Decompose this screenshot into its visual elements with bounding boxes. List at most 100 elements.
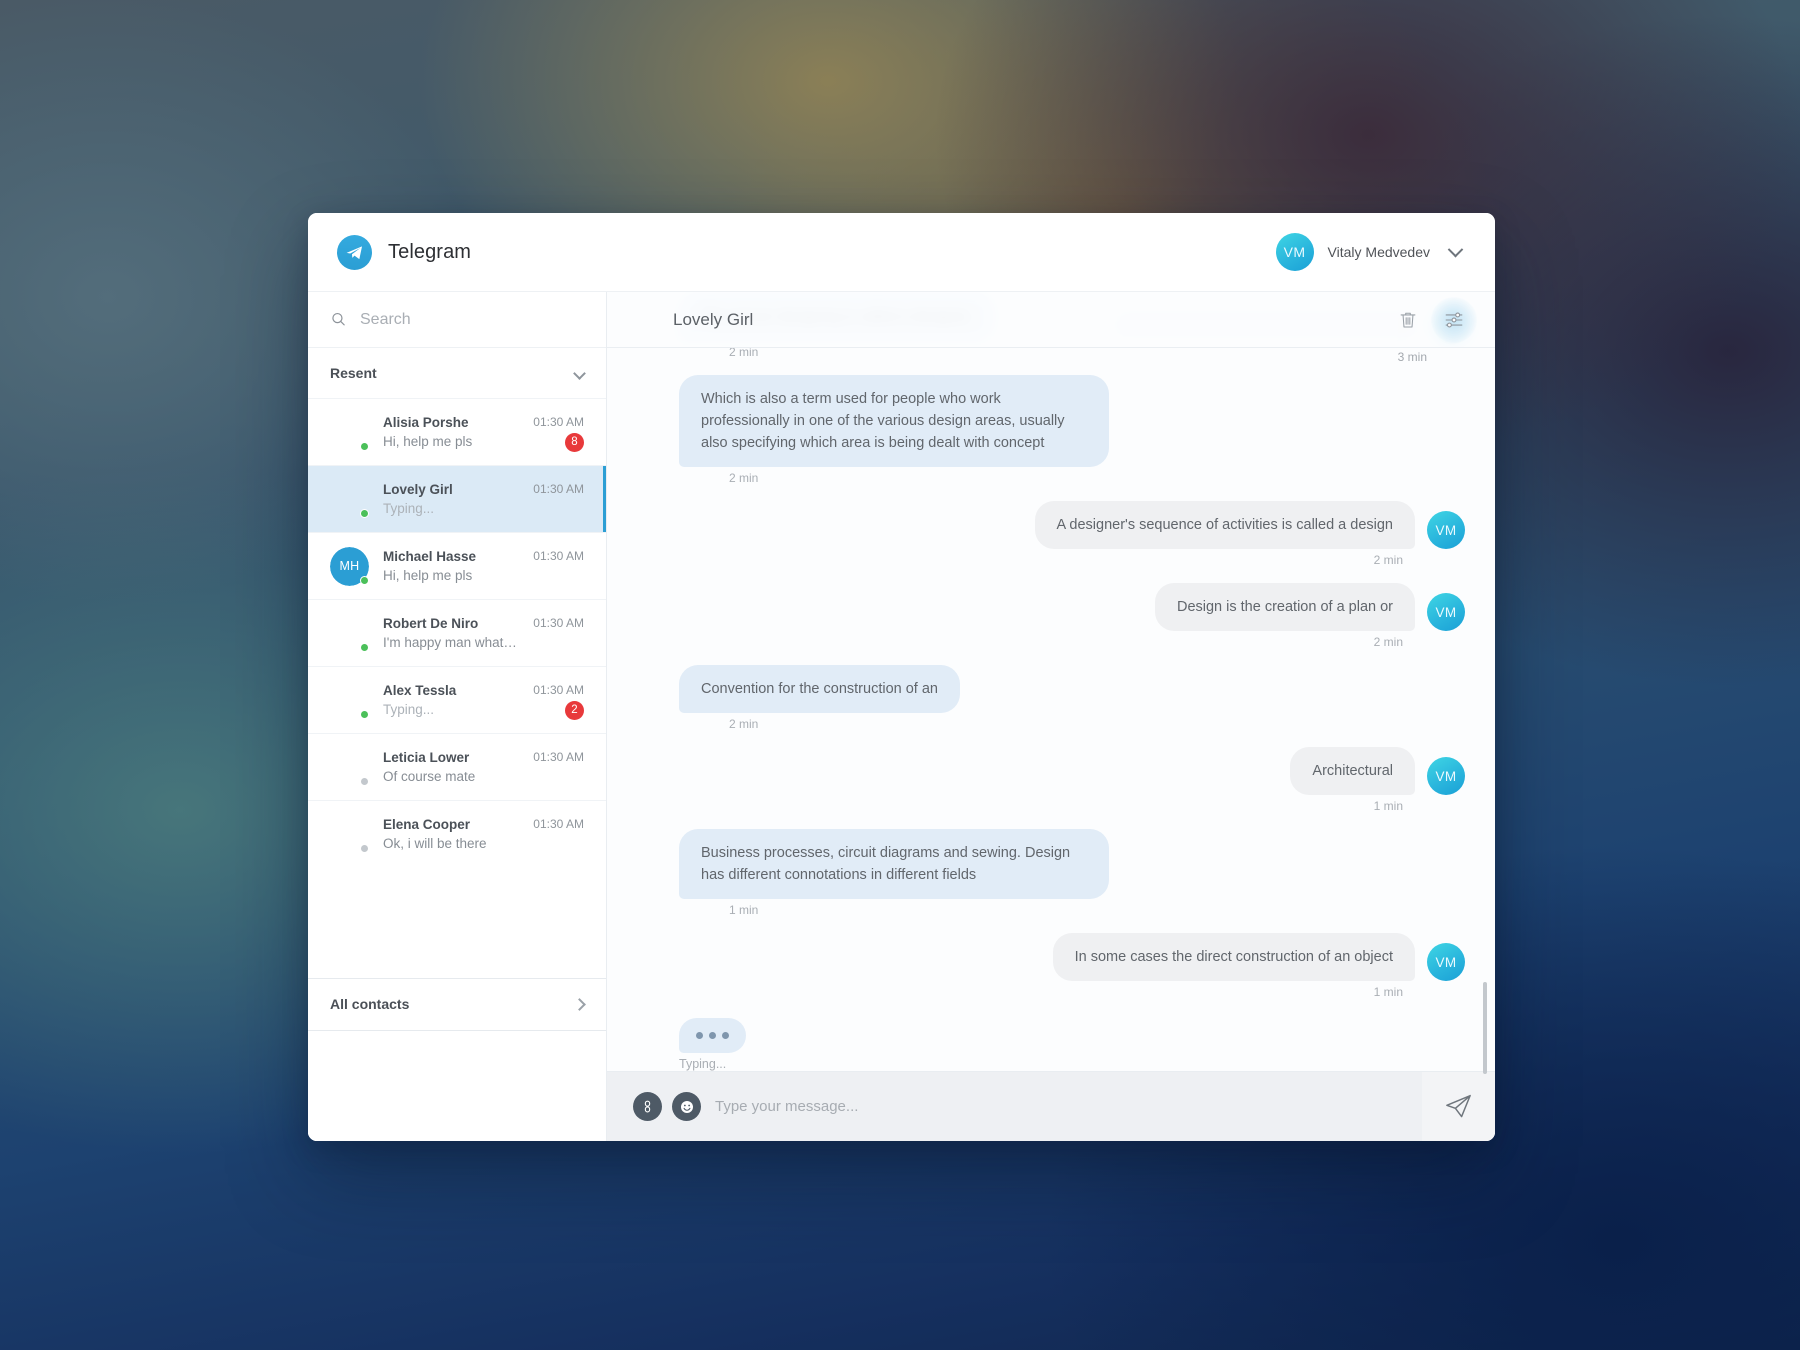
typing-bubble — [679, 1018, 746, 1053]
message-bubble[interactable]: Design is the creation of a plan or — [1154, 583, 1415, 631]
contact-preview: Ok, i will be there — [383, 836, 487, 851]
incoming-message: Which is also a term used for people who… — [629, 375, 1465, 467]
chevron-right-icon[interactable] — [573, 997, 586, 1011]
sender-avatar — [629, 1015, 667, 1053]
emoji-button[interactable] — [672, 1092, 701, 1121]
message-timestamp: 1 min — [1373, 985, 1403, 999]
attach-button[interactable] — [633, 1092, 662, 1121]
chevron-down-icon[interactable] — [1447, 241, 1464, 257]
contact-meta: 01:30 AM — [533, 480, 584, 518]
chat-list-item[interactable]: Leticia Lower Of course mate 01:30 AM — [308, 733, 606, 800]
sidebar-empty-area — [308, 1030, 606, 1141]
sender-avatar — [629, 861, 667, 899]
message-composer — [607, 1071, 1495, 1141]
contact-text: Robert De Niro I'm happy man what u love … — [383, 614, 519, 652]
message-bubble[interactable]: In some cases the direct construction of… — [1052, 933, 1415, 981]
message-bubble[interactable]: Business processes, circuit diagrams and… — [679, 829, 1109, 899]
chat-list-item[interactable]: MH Michael Hasse Hi, help me pls 01:30 AM — [308, 532, 606, 599]
presence-dot — [360, 843, 369, 853]
contact-avatar — [330, 614, 369, 653]
sliders-icon — [1445, 311, 1463, 328]
contact-time: 01:30 AM — [533, 549, 584, 563]
account-name: Vitaly Medvedev — [1327, 244, 1430, 260]
contact-time: 01:30 AM — [533, 817, 584, 831]
contact-text: Elena Cooper Ok, i will be there — [383, 815, 519, 853]
telegram-window: Telegram VM Vitaly Medvedev Resent — [308, 213, 1495, 1141]
typing-label: Typing... — [679, 1057, 727, 1071]
presence-dot — [360, 776, 369, 786]
contact-text: Lovely Girl Typing... — [383, 480, 519, 518]
recent-section-header[interactable]: Resent — [308, 348, 606, 398]
all-contacts-label: All contacts — [330, 996, 410, 1012]
sender-avatar — [629, 675, 667, 713]
chat-list-item[interactable]: Elena Cooper Ok, i will be there 01:30 AM — [308, 800, 606, 867]
brand: Telegram — [337, 234, 471, 270]
contact-time: 01:30 AM — [533, 415, 584, 429]
smiley-icon — [680, 1100, 693, 1113]
link-chain-icon — [644, 1100, 651, 1113]
chat-list-item[interactable]: Alex Tessla Typing... 01:30 AM 2 — [308, 666, 606, 733]
badge-holder — [533, 767, 584, 786]
unread-badge: 2 — [565, 701, 584, 720]
message-stack: Design is the creation of a plan or VM — [1154, 583, 1465, 631]
message-input[interactable] — [715, 1098, 1422, 1115]
delete-chat-button[interactable] — [1395, 307, 1421, 333]
message-bubble[interactable]: A designer's sequence of activities is c… — [1034, 501, 1415, 549]
chat-settings-button[interactable] — [1431, 296, 1477, 343]
sender-avatar — [629, 429, 667, 467]
incoming-message: Convention for the construction of an — [629, 665, 1465, 713]
sender-avatar: VM — [1427, 511, 1465, 549]
contact-meta: 01:30 AM — [533, 815, 584, 853]
all-contacts-link[interactable]: All contacts — [308, 977, 606, 1031]
chevron-down-icon[interactable] — [573, 366, 586, 380]
presence-dot — [360, 642, 369, 652]
unread-badge: 8 — [565, 433, 584, 452]
message-stack: Architectural VM — [1290, 747, 1465, 795]
presence-dot — [360, 575, 369, 585]
chat-list: Alisia Porshe Hi, help me pls 01:30 AM 8 Lov… — [308, 398, 606, 978]
sidebar: Resent Alisia Porshe Hi, help me pls 01:30… — [308, 292, 607, 1141]
search-bar[interactable] — [308, 292, 606, 348]
outgoing-message: Design is the creation of a plan or VM — [629, 583, 1465, 631]
contact-meta: 01:30 AM 8 — [533, 413, 584, 452]
chat-list-item[interactable]: Lovely Girl Typing... 01:30 AM — [308, 465, 606, 532]
message-timestamp: 2 min — [1373, 553, 1403, 567]
chat-title: Lovely Girl — [673, 309, 754, 329]
chat-scrollbar[interactable] — [1483, 982, 1487, 1074]
message-bubble[interactable]: Which is also a term used for people who… — [679, 375, 1109, 467]
contact-preview: I'm happy man what u love it... — [383, 635, 519, 650]
app-topbar: Telegram VM Vitaly Medvedev — [308, 213, 1495, 292]
contact-text: Leticia Lower Of course mate — [383, 748, 519, 786]
outgoing-message: Architectural VM — [629, 747, 1465, 795]
message-list[interactable]: 3 min The person designing is called a d… — [607, 292, 1495, 1071]
message-stream: The person designing is called a designe… — [629, 293, 1465, 1071]
chat-list-item[interactable]: Alisia Porshe Hi, help me pls 01:30 AM 8 — [308, 398, 606, 465]
contact-avatar — [330, 681, 369, 720]
search-input[interactable] — [360, 310, 584, 329]
badge-holder — [533, 834, 584, 853]
outgoing-message: In some cases the direct construction of… — [629, 933, 1465, 981]
chat-list-item[interactable]: Robert De Niro I'm happy man what u love … — [308, 599, 606, 666]
contact-meta: 01:30 AM 2 — [533, 681, 584, 720]
presence-dot — [360, 508, 369, 518]
contact-preview: Of course mate — [383, 769, 476, 784]
search-icon — [332, 312, 345, 326]
message-bubble[interactable]: Convention for the construction of an — [679, 665, 960, 713]
send-button[interactable] — [1422, 1072, 1495, 1141]
send-paper-plane-icon — [1446, 1094, 1471, 1118]
scrolled-message-time: 3 min — [1397, 350, 1427, 364]
incoming-message: Business processes, circuit diagrams and… — [629, 829, 1465, 899]
badge-holder — [533, 499, 584, 518]
contact-avatar — [330, 815, 369, 854]
typing-dot — [696, 1032, 703, 1039]
account-menu[interactable]: VM Vitaly Medvedev — [1275, 233, 1464, 271]
contact-time: 01:30 AM — [533, 750, 584, 764]
message-bubble[interactable]: Architectural — [1290, 747, 1415, 795]
recent-label: Resent — [330, 365, 377, 381]
typing-indicator — [629, 1015, 1465, 1053]
contact-avatar: MH — [330, 546, 369, 586]
message-timestamp: 2 min — [729, 471, 759, 485]
contact-preview: Typing... — [383, 501, 435, 516]
contact-avatar — [330, 748, 369, 787]
chat-panel: Lovely Girl 3 min 2 min Which is also a … — [607, 292, 1495, 1141]
